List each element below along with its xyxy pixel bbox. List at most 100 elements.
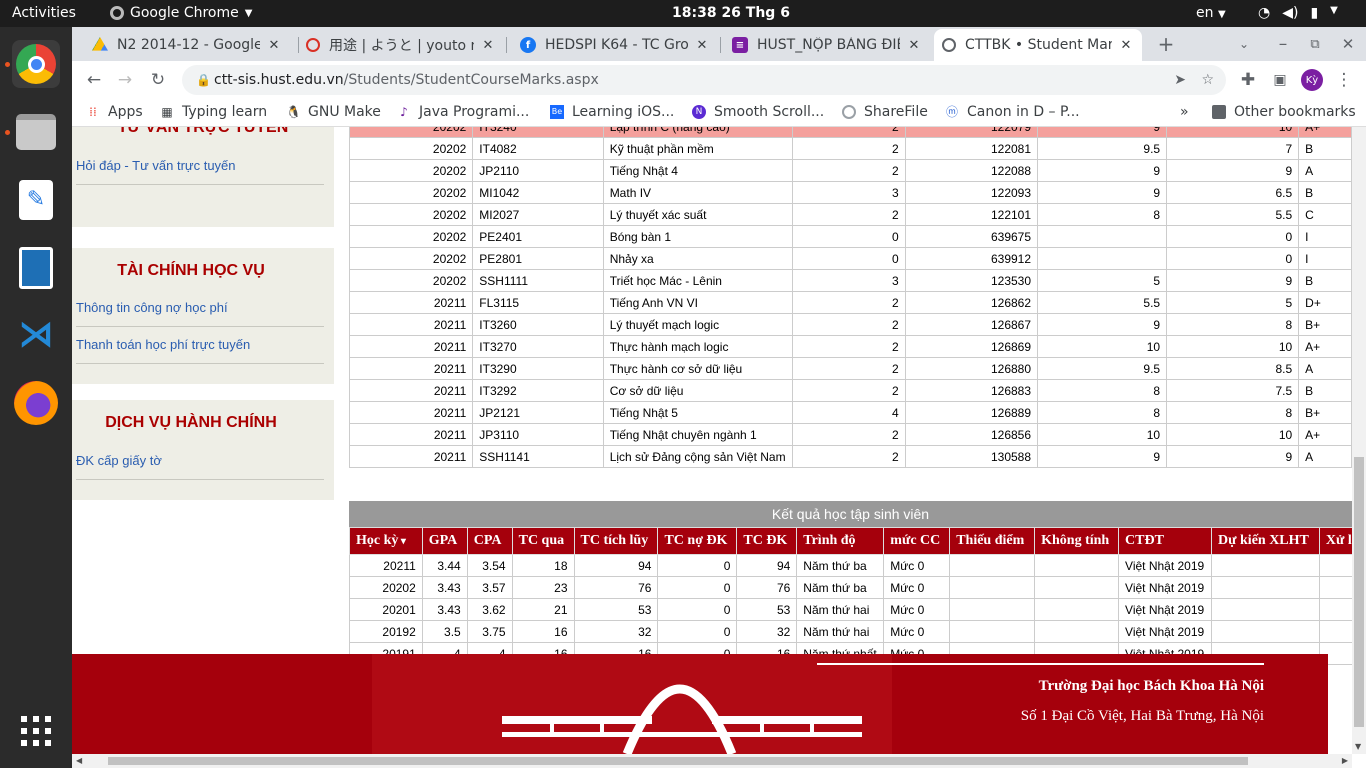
close-icon[interactable]: ✕ (1118, 38, 1134, 53)
column-header[interactable]: TC nợ ĐK (657, 527, 738, 555)
bookmark-ios[interactable]: Be Learning iOS... (550, 104, 674, 120)
dock-chrome[interactable] (12, 40, 60, 88)
extensions-button[interactable]: ✚ (1234, 66, 1262, 94)
close-icon[interactable]: ✕ (906, 38, 922, 53)
chrome-icon (16, 44, 56, 84)
cell-grade: A (1298, 445, 1352, 468)
column-header[interactable]: Không tính (1034, 527, 1120, 555)
dock-firefox[interactable] (12, 379, 60, 427)
dock-vscode[interactable]: ⋊ (12, 311, 60, 359)
column-header[interactable]: TC tích lũy (573, 527, 659, 555)
activities-button[interactable]: Activities (12, 5, 76, 21)
tab-drive[interactable]: N2 2014-12 - Google D ✕ (84, 29, 290, 61)
language-indicator[interactable]: en ▼ (1196, 5, 1226, 21)
sort-filter-icon[interactable]: ▾ (398, 536, 406, 547)
bookmark-apps[interactable]: ⁞⁞ Apps (86, 104, 142, 120)
system-status-area[interactable]: ◔ ◀) ▮ ▼ (1258, 5, 1338, 21)
cell-credits: 2 (791, 335, 906, 358)
other-bookmarks[interactable]: Other bookmarks (1212, 104, 1356, 120)
tab-search-button[interactable]: ⌄ (1230, 30, 1258, 58)
bookmark-gnu-make[interactable]: 🐧 GNU Make (286, 104, 381, 120)
scrollbar-thumb[interactable] (108, 757, 1248, 765)
cell-credits: 2 (791, 291, 906, 314)
new-tab-button[interactable]: + (1152, 30, 1180, 58)
scrollbar-thumb[interactable] (1354, 457, 1364, 727)
table-row: 20211 IT3270 Thực hành mạch logic 2 126869 10… (348, 335, 1352, 358)
column-header-label: TC ĐK (743, 533, 788, 548)
bookmark-canon[interactable]: ⓜ Canon in D – P... (945, 104, 1080, 120)
dock-writer[interactable] (12, 244, 60, 292)
scroll-right-arrow-icon[interactable]: ▶ (1342, 756, 1348, 765)
clock[interactable]: 18:38 26 Thg 6 (672, 5, 790, 21)
language-label: en (1196, 5, 1214, 21)
show-applications-button[interactable] (12, 707, 60, 755)
tab-cttbk[interactable]: CTTBK • Student Mark ✕ (934, 29, 1142, 61)
cell-semester: 20211 (348, 379, 474, 402)
cell-class-code: 639912 (904, 247, 1039, 270)
column-header[interactable]: CPA (466, 527, 513, 555)
sidebar-link-qa[interactable]: Hỏi đáp - Tư vấn trực tuyến (76, 158, 236, 173)
cell-semester: 20202 (348, 159, 474, 182)
forward-button[interactable]: → (111, 66, 139, 94)
dock-text-editor[interactable]: ✎ (12, 176, 60, 224)
menu-button[interactable]: ⋮ (1330, 66, 1358, 94)
column-header[interactable]: Xử l (1318, 527, 1352, 555)
close-icon[interactable]: ✕ (480, 38, 496, 53)
minimize-button[interactable]: – (1269, 30, 1297, 58)
cell-class-code: 126856 (904, 423, 1039, 446)
close-window-button[interactable]: ✕ (1334, 30, 1362, 58)
dock-files[interactable] (12, 108, 60, 156)
profile-button[interactable]: Kỳ (1298, 66, 1326, 94)
column-header-label: TC nợ ĐK (664, 533, 728, 548)
bookmark-star-icon[interactable]: ☆ (1201, 65, 1214, 95)
system-top-bar: Activities Google Chrome ▼ 18:38 26 Thg … (0, 0, 1366, 27)
tab-strip: N2 2014-12 - Google D ✕ 用途 | ようと | youto… (72, 27, 1366, 61)
sharefile-icon (842, 105, 856, 119)
column-header[interactable]: TC qua (511, 527, 575, 555)
summary-cell: Năm thứ ba (796, 554, 885, 577)
tab-youto[interactable]: 用途 | ようと | youto n ✕ (298, 29, 504, 61)
column-header[interactable]: Dự kiến XLHT (1211, 527, 1320, 555)
column-header[interactable]: TC ĐK (736, 527, 798, 555)
close-icon[interactable]: ✕ (266, 38, 282, 53)
scroll-down-arrow-icon[interactable]: ▼ (1355, 742, 1361, 751)
sidebar-link-tuition-payment[interactable]: Thanh toán học phí trực tuyến (76, 337, 250, 352)
column-header[interactable]: Trình độ (796, 527, 885, 555)
scroll-left-arrow-icon[interactable]: ◀ (76, 756, 82, 765)
reload-button[interactable]: ↻ (144, 66, 172, 94)
tab-forms[interactable]: ≡ HUST_NỘP BẢNG ĐIỂ ✕ (724, 29, 930, 61)
sidebar-link-tuition-debt[interactable]: Thông tin công nợ học phí (76, 300, 228, 315)
share-icon[interactable]: ➤ (1174, 65, 1186, 95)
cell-grade: D+ (1298, 291, 1352, 314)
maximize-button[interactable]: ⧉ (1301, 30, 1329, 58)
cell-grade: A+ (1298, 335, 1352, 358)
cell-class-code: 130588 (904, 445, 1039, 468)
bookmark-typing[interactable]: ▦ Typing learn (160, 104, 267, 120)
more-bookmarks-button[interactable]: » (1180, 104, 1189, 120)
address-bar[interactable]: 🔒 ctt-sis.hust.edu.vn/Students/StudentCo… (182, 65, 1226, 95)
sidebar-link-documents[interactable]: ĐK cấp giấy tờ (76, 453, 162, 468)
close-icon[interactable]: ✕ (694, 38, 710, 53)
app-menu[interactable]: Google Chrome ▼ (110, 5, 252, 21)
horizontal-scrollbar[interactable]: ◀ ▶ (72, 754, 1352, 768)
column-header-semester[interactable]: Học kỳ ▾ (349, 527, 423, 555)
tab-facebook[interactable]: f HEDSPI K64 - TC Group ✕ (512, 29, 718, 61)
bookmark-java[interactable]: ♪ Java Programi... (397, 104, 529, 120)
cell-grade: I (1298, 225, 1352, 248)
column-header[interactable]: CTĐT (1118, 527, 1212, 555)
side-panel-button[interactable]: ▣ (1266, 66, 1294, 94)
summary-cell (1211, 620, 1320, 643)
bookmark-smooth-scroll[interactable]: N Smooth Scroll... (692, 104, 824, 120)
plus-icon: + (1157, 32, 1175, 56)
page-content: TƯ VẤN TRỰC TUYẾN Hỏi đáp - Tư vấn trực … (72, 127, 1352, 754)
table-row: 20201 3.43 3.62 21 53 0 53 Năm thứ hai Mức 0 Việt… (349, 598, 1352, 621)
column-header[interactable]: GPA (421, 527, 468, 555)
column-header[interactable]: Thiếu điểm (949, 527, 1036, 555)
chevron-down-icon: ▼ (1330, 5, 1338, 16)
summary-cell: 3.75 (466, 620, 513, 643)
back-button[interactable]: ← (80, 66, 108, 94)
cell-grade: B+ (1298, 401, 1352, 424)
bookmark-sharefile[interactable]: ShareFile (842, 104, 928, 120)
column-header[interactable]: mức CC (883, 527, 951, 555)
vertical-scrollbar[interactable]: ▼ (1352, 127, 1366, 754)
